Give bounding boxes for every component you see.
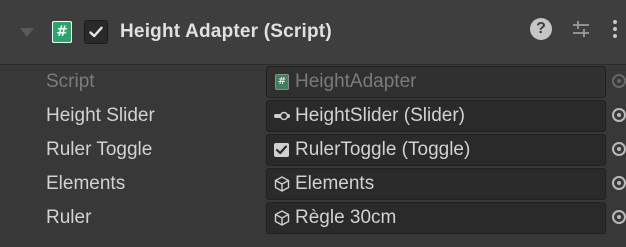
object-picker-icon[interactable] [612,176,626,190]
object-field-value: Elements [295,173,375,194]
checkmark-icon [89,26,103,38]
toggle-icon [273,141,291,159]
object-field-value: HeightSlider (Slider) [295,105,466,126]
object-field-height-slider[interactable]: HeightSlider (Slider) [266,100,606,132]
component-enabled-checkbox[interactable] [84,20,108,44]
gameobject-icon [273,209,291,227]
field-row-script: Script # HeightAdapter [0,66,626,100]
object-field-script: # HeightAdapter [266,66,606,98]
object-field-ruler-toggle[interactable]: RulerToggle (Toggle) [266,134,606,166]
slider-icon [273,107,291,125]
component-header-left: # Height Adapter (Script) [20,20,332,44]
gameobject-icon [273,175,291,193]
script-icon-glyph: # [53,22,71,42]
script-icon: # [273,73,291,91]
inspector-component: # Height Adapter (Script) ? Script # Hei… [0,0,626,247]
object-field-value: RulerToggle (Toggle) [295,139,471,160]
object-picker-icon[interactable] [612,108,626,122]
object-picker-icon[interactable] [612,210,626,224]
field-label: Elements [46,173,126,194]
object-picker-icon[interactable] [612,142,626,156]
object-field-ruler[interactable]: Règle 30cm [266,202,606,234]
field-row-ruler-toggle: Ruler Toggle RulerToggle (Toggle) [0,134,626,168]
kebab-menu-icon[interactable] [612,18,618,40]
help-icon[interactable]: ? [530,18,552,40]
foldout-arrow-icon[interactable] [20,27,34,37]
component-header-actions: ? [530,18,618,40]
field-label: Ruler Toggle [46,139,153,160]
component-title: Height Adapter (Script) [120,21,332,42]
field-row-elements: Elements Elements [0,168,626,202]
presets-icon[interactable] [570,18,592,40]
object-field-value: Règle 30cm [295,207,397,228]
field-label: Script [46,71,95,92]
field-label: Height Slider [46,105,155,126]
component-header[interactable]: # Height Adapter (Script) ? [0,0,626,65]
field-row-height-slider: Height Slider HeightSlider (Slider) [0,100,626,134]
object-field-value: HeightAdapter [295,71,417,92]
object-picker-icon [612,74,626,88]
object-field-elements[interactable]: Elements [266,168,606,200]
field-row-ruler: Ruler Règle 30cm [0,202,626,236]
script-icon: # [52,21,72,43]
field-label: Ruler [46,207,92,228]
